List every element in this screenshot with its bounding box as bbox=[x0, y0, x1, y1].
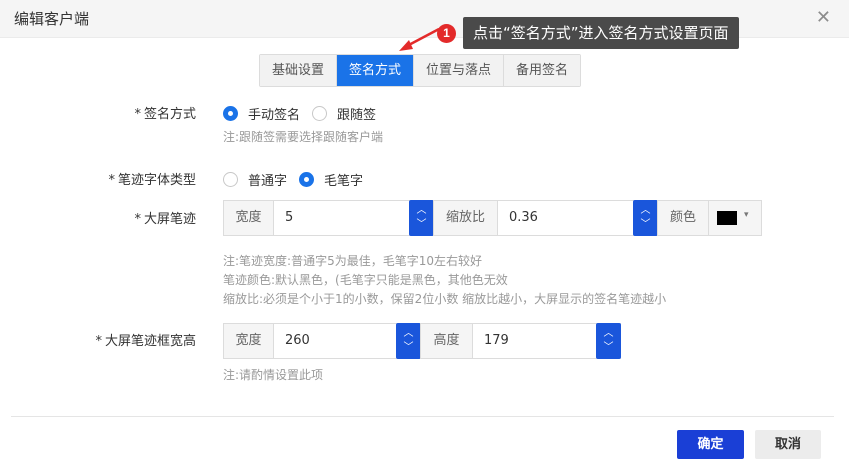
radio-checked-icon bbox=[299, 172, 315, 187]
chevron-up-icon[interactable]: ︿ bbox=[604, 327, 614, 341]
required-mark: * bbox=[134, 107, 141, 122]
sign-mode-note: 注:跟随签需要选择跟随客户端 bbox=[223, 130, 384, 144]
chevron-up-icon[interactable]: ︿ bbox=[641, 204, 651, 218]
callout-tooltip: 点击“签名方式”进入签名方式设置页面 bbox=[463, 17, 739, 49]
chevron-down-icon[interactable]: ﹀ bbox=[641, 218, 651, 232]
scale-input[interactable]: 0.36 ︿ ﹀ bbox=[497, 200, 658, 236]
color-addon: 颜色 bbox=[657, 200, 709, 236]
box-note: 注:请酌情设置此项 bbox=[223, 368, 324, 382]
radio-unchecked-icon bbox=[312, 106, 328, 121]
radio-manual-sign[interactable]: 手动签名 bbox=[223, 104, 300, 123]
box-width-spinner[interactable]: ︿ ﹀ bbox=[396, 323, 421, 359]
dialog-title: 编辑客户端 bbox=[14, 10, 90, 28]
chevron-up-icon[interactable]: ︿ bbox=[404, 327, 414, 341]
radio-follow-sign[interactable]: 跟随签 bbox=[312, 104, 376, 123]
sign-mode-radio-group: 手动签名 跟随签 bbox=[223, 104, 388, 123]
stroke-note-line: 笔迹颜色:默认黑色，(毛笔字只能是黑色，其他色无效 bbox=[223, 273, 508, 287]
tab-backup-sign[interactable]: 备用签名 bbox=[504, 55, 581, 86]
close-icon[interactable]: ✕ bbox=[816, 7, 831, 28]
stroke-font-radio-group: 普通字 毛笔字 bbox=[223, 170, 375, 189]
footer-divider bbox=[11, 416, 834, 417]
settings-tabs: 基础设置 签名方式 位置与落点 备用签名 bbox=[259, 54, 582, 87]
stroke-width-addon: 宽度 bbox=[223, 200, 274, 236]
stroke-note-line: 缩放比:必须是个小于1的小数，保留2位小数 缩放比越小，大屏显示的签名笔迹越小 bbox=[223, 292, 667, 306]
stroke-notes: 注:笔迹宽度:普通字5为最佳，毛笔字10左右较好 笔迹颜色:默认黑色，(毛笔字只… bbox=[223, 252, 666, 309]
sign-mode-label: * 签名方式 bbox=[134, 107, 196, 122]
stroke-width-spinner[interactable]: ︿ ﹀ bbox=[409, 200, 434, 236]
confirm-button[interactable]: 确定 bbox=[677, 430, 744, 459]
box-width-input[interactable]: 260 ︿ ﹀ bbox=[273, 323, 421, 359]
chevron-down-icon[interactable]: ﹀ bbox=[604, 341, 614, 355]
chevron-up-icon[interactable]: ︿ bbox=[417, 204, 427, 218]
big-screen-stroke-label: * 大屏笔迹 bbox=[134, 212, 196, 227]
tab-sign-mode[interactable]: 签名方式 bbox=[337, 55, 415, 86]
callout-arrow-icon bbox=[399, 27, 440, 51]
box-height-spinner[interactable]: ︿ ﹀ bbox=[596, 323, 621, 359]
stroke-color-picker[interactable]: ▾ bbox=[708, 200, 762, 236]
chevron-down-icon[interactable]: ﹀ bbox=[417, 218, 427, 232]
stroke-note-line: 注:笔迹宽度:普通字5为最佳，毛笔字10左右较好 bbox=[223, 254, 482, 268]
box-height-input[interactable]: 179 ︿ ﹀ bbox=[472, 323, 621, 359]
radio-brush-font[interactable]: 毛笔字 bbox=[299, 170, 363, 189]
radio-normal-font[interactable]: 普通字 bbox=[223, 170, 287, 189]
callout-step-badge: 1 bbox=[437, 24, 456, 43]
box-width-addon: 宽度 bbox=[223, 323, 274, 359]
color-swatch bbox=[717, 211, 737, 225]
radio-checked-icon bbox=[223, 106, 238, 121]
scale-spinner[interactable]: ︿ ﹀ bbox=[633, 200, 658, 236]
stroke-font-label: * 笔迹字体类型 bbox=[108, 173, 196, 188]
cancel-button[interactable]: 取消 bbox=[755, 430, 821, 459]
big-screen-box-label: * 大屏笔迹框宽高 bbox=[95, 334, 196, 349]
tab-basic-settings[interactable]: 基础设置 bbox=[260, 55, 338, 86]
scale-addon: 缩放比 bbox=[433, 200, 498, 236]
radio-unchecked-icon bbox=[223, 172, 238, 187]
caret-down-icon: ▾ bbox=[744, 210, 749, 220]
box-height-addon: 高度 bbox=[420, 323, 473, 359]
stroke-width-input[interactable]: 5 ︿ ﹀ bbox=[273, 200, 434, 236]
tab-position[interactable]: 位置与落点 bbox=[414, 55, 505, 86]
chevron-down-icon[interactable]: ﹀ bbox=[404, 341, 414, 355]
